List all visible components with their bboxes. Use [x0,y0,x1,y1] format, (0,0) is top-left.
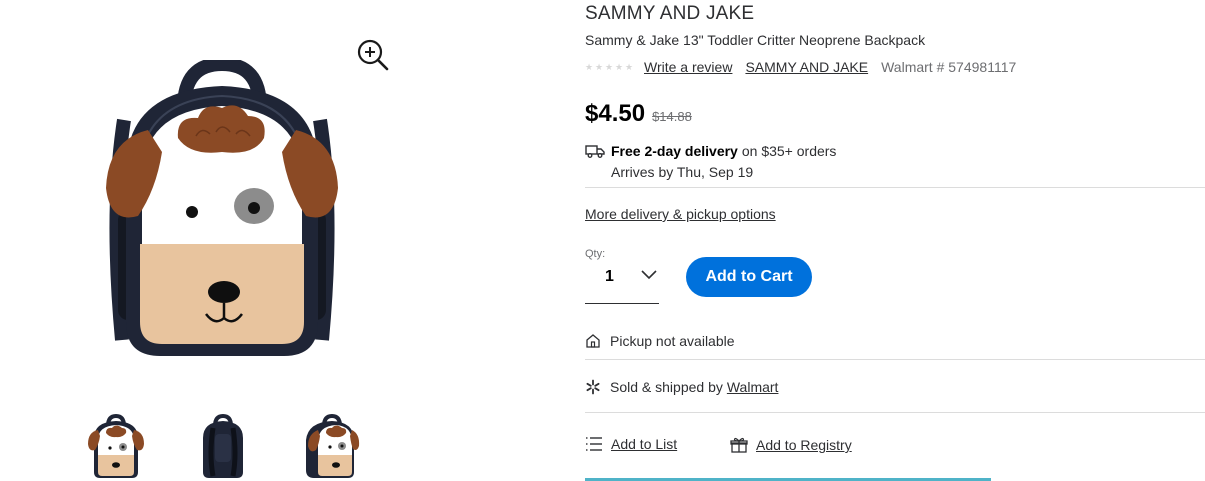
divider [585,412,1205,413]
divider [585,187,1205,188]
chevron-down-icon [641,270,657,280]
was-price: $14.88 [652,109,692,124]
zoom-button[interactable] [356,38,390,72]
pickup-status: Pickup not available [585,333,735,349]
quantity-value: 1 [605,268,614,285]
product-main-image[interactable] [104,60,340,360]
gift-icon [730,437,748,453]
delivery-info: Free 2-day delivery on $35+ orders Arriv… [585,143,1205,180]
pickup-text: Pickup not available [610,333,735,349]
thumbnail-back[interactable] [193,413,253,480]
write-review-link[interactable]: Write a review [644,59,732,75]
home-icon [586,334,600,348]
product-meta-row: ★ ★ ★ ★ ★ Write a review SAMMY AND JAKE … [585,58,1016,76]
more-delivery-options-link[interactable]: More delivery & pickup options [585,206,776,222]
quantity-underline [585,303,659,304]
star-icon: ★ [605,61,614,72]
seller-info: Sold & shipped by Walmart [585,379,778,395]
item-number: Walmart # 574981117 [881,59,1017,75]
star-icon: ★ [625,61,634,72]
thumbnail-strip [86,413,376,480]
add-to-cart-button[interactable]: Add to Cart [686,257,812,297]
arrival-date: Arrives by Thu, Sep 19 [611,164,754,180]
delivery-condition: on $35+ orders [741,143,837,159]
divider [585,359,1205,360]
delivery-offer: Free 2-day delivery [611,143,738,159]
product-media [0,0,560,481]
thumbnail-side[interactable] [300,413,360,480]
add-to-registry-link[interactable]: Add to Registry [730,437,852,453]
star-icon: ★ [595,61,604,72]
brand-link[interactable]: SAMMY AND JAKE [745,59,868,75]
delivery-headline: Free 2-day delivery on $35+ orders [585,143,1205,159]
quantity-select[interactable]: Qty: 1 [585,248,659,304]
star-icon: ★ [585,61,594,72]
walmart-spark-icon [586,379,600,395]
current-price: $4.50 [585,100,646,127]
product-details: SAMMY AND JAKE Sammy & Jake 13" Toddler … [585,0,1205,481]
star-icon: ★ [615,61,624,72]
add-to-list-label: Add to List [611,436,678,452]
rating-stars: ★ ★ ★ ★ ★ [585,61,634,72]
thumbnail-front[interactable] [86,413,146,480]
zoom-in-icon [357,39,389,71]
add-to-registry-label: Add to Registry [756,437,852,453]
seller-link[interactable]: Walmart [727,379,779,395]
product-title: Sammy & Jake 13" Toddler Critter Neopren… [585,32,926,48]
price-row: $4.50 $14.88 [585,100,692,128]
brand-heading: SAMMY AND JAKE [585,3,755,24]
add-to-list-link[interactable]: Add to List [585,436,677,452]
list-icon [586,437,602,451]
quantity-label: Qty: [585,248,606,260]
truck-icon [585,145,605,158]
sold-by-text: Sold & shipped by [610,379,723,395]
